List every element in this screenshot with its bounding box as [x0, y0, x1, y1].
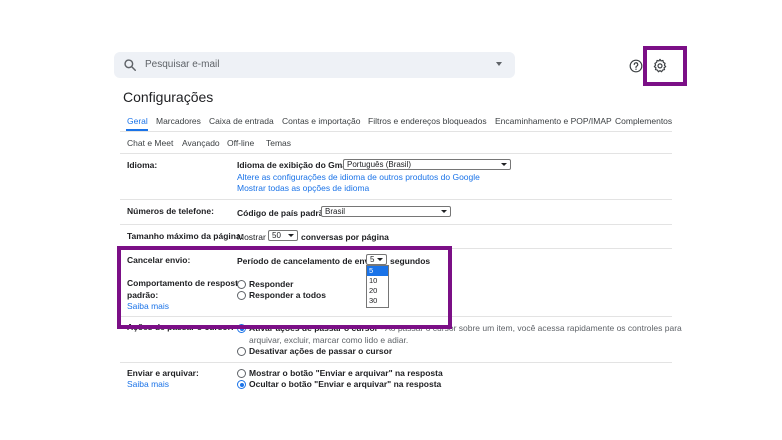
send-archive-hide-radio[interactable]: [237, 380, 246, 389]
send-archive-show-radio[interactable]: [237, 369, 246, 378]
tab-off-line[interactable]: Off-line: [227, 138, 254, 148]
country-code-label: Código de país padrão:: [237, 208, 332, 218]
divider: [120, 153, 672, 154]
undo-send-highlight-box: [117, 246, 452, 329]
chevron-down-icon: [501, 163, 507, 166]
send-archive-show-option[interactable]: Mostrar o botão "Enviar e arquivar" na r…: [249, 368, 443, 378]
tab-chat-e-meet[interactable]: Chat e Meet: [127, 138, 173, 148]
page-title: Configurações: [123, 89, 214, 105]
divider: [120, 199, 672, 200]
all-language-options-link[interactable]: Mostrar todas as opções de idioma: [237, 183, 369, 193]
divider: [120, 131, 672, 132]
undo-send-options-list[interactable]: 5 10 20 30: [366, 265, 389, 308]
divider: [120, 224, 672, 225]
send-archive-hide-option[interactable]: Ocultar o botão "Enviar e arquivar" na r…: [249, 379, 441, 389]
search-input[interactable]: Pesquisar e-mail: [145, 59, 219, 70]
tab-filtros[interactable]: Filtros e endereços bloqueados: [368, 116, 487, 126]
undo-option-10[interactable]: 10: [367, 276, 388, 286]
hover-disable-radio[interactable]: [237, 347, 246, 356]
send-archive-label: Enviar e arquivar:: [127, 368, 199, 378]
send-archive-learn-more-link[interactable]: Saiba mais: [127, 379, 169, 389]
page-size-prefix: Mostrar: [237, 232, 266, 242]
page-size-suffix: conversas por página: [301, 232, 389, 242]
tab-avancado[interactable]: Avançado: [182, 138, 220, 148]
undo-option-5[interactable]: 5: [367, 266, 388, 276]
divider: [120, 362, 672, 363]
page-size-label: Tamanho máximo da página:: [127, 231, 244, 241]
tab-contas-e-importacao[interactable]: Contas e importação: [282, 116, 360, 126]
search-options-icon[interactable]: [496, 62, 502, 66]
chevron-down-icon: [441, 210, 447, 213]
tab-complementos[interactable]: Complementos: [615, 116, 672, 126]
hover-enable-desc: arquivar, excluir, marcar como lido e ad…: [249, 335, 409, 345]
display-language-label: Idioma de exibição do Gmail:: [237, 160, 355, 170]
tab-temas[interactable]: Temas: [266, 138, 291, 148]
hover-disable-option[interactable]: Desativar ações de passar o cursor: [249, 346, 392, 356]
phone-label: Números de telefone:: [127, 206, 214, 216]
search-bar[interactable]: Pesquisar e-mail: [114, 52, 515, 78]
tab-marcadores[interactable]: Marcadores: [156, 116, 201, 126]
display-language-select[interactable]: Português (Brasil): [343, 159, 511, 170]
search-icon[interactable]: [123, 58, 137, 72]
country-code-select[interactable]: Brasil: [321, 206, 451, 217]
tab-geral[interactable]: Geral: [127, 116, 148, 126]
undo-option-20[interactable]: 20: [367, 286, 388, 296]
tab-caixa-de-entrada[interactable]: Caixa de entrada: [209, 116, 274, 126]
other-products-language-link[interactable]: Altere as configurações de idioma de out…: [237, 172, 480, 182]
tab-encaminhamento[interactable]: Encaminhamento e POP/IMAP: [495, 116, 612, 126]
language-label: Idioma:: [127, 160, 158, 170]
help-icon[interactable]: [629, 59, 643, 73]
page-size-select[interactable]: 50: [268, 230, 298, 241]
chevron-down-icon: [288, 234, 294, 237]
undo-option-30[interactable]: 30: [367, 296, 388, 306]
gear-icon[interactable]: [652, 58, 668, 74]
